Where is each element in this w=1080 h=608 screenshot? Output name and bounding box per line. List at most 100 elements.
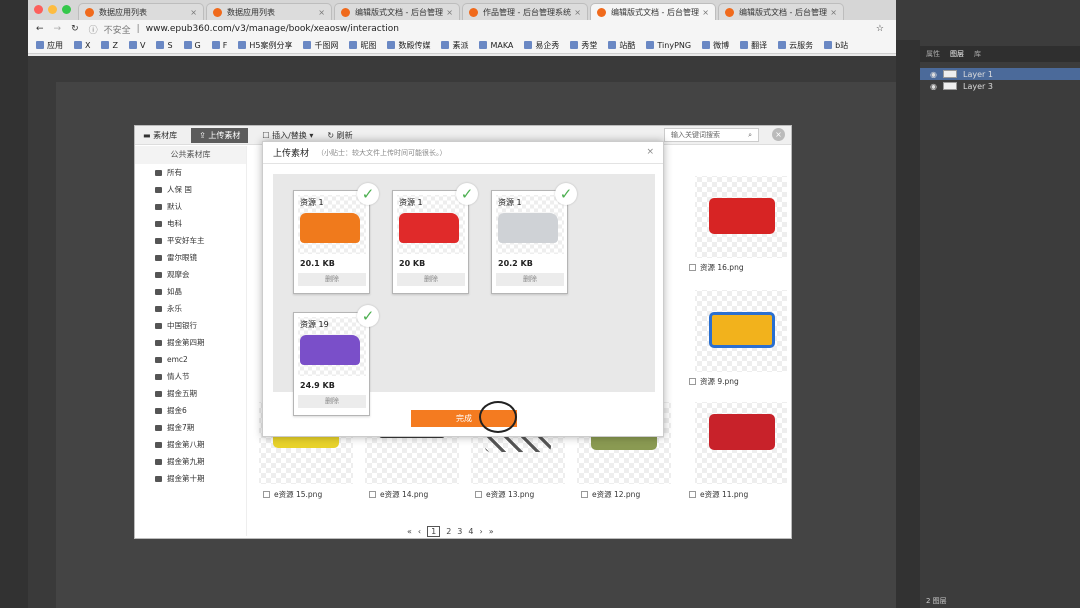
browser-tab-active[interactable]: 编辑版式文档 - 后台管理 × — [590, 3, 716, 20]
layer-row[interactable]: ◉ Layer 3 — [920, 80, 1080, 92]
bookmark-item[interactable]: 微博 — [702, 40, 729, 51]
eye-icon[interactable]: ◉ — [930, 70, 937, 79]
last-page-button[interactable]: » — [489, 527, 494, 536]
bookmark-item[interactable]: 数殿传媒 — [387, 40, 430, 51]
bookmark-item[interactable]: Z — [101, 41, 118, 50]
asset-label[interactable]: 资源 16.png — [689, 262, 744, 273]
asset-checkbox[interactable] — [689, 378, 696, 385]
folder-item[interactable]: 掘金6 — [135, 402, 246, 419]
url-field[interactable]: ⓘ 不安全 | www.epub360.com/v3/manage/book/x… — [89, 23, 866, 36]
bookmark-item[interactable]: S — [156, 41, 173, 50]
close-tab-icon[interactable]: × — [830, 8, 837, 17]
close-tab-icon[interactable]: × — [702, 8, 709, 17]
delete-button[interactable]: 删除 — [298, 395, 366, 408]
bookmark-item[interactable]: 翻译 — [740, 40, 767, 51]
reload-icon[interactable]: ↻ — [71, 24, 79, 34]
folder-item[interactable]: 掘金第十期 — [135, 470, 246, 487]
asset-thumbnail[interactable] — [695, 290, 787, 372]
browser-tab[interactable]: 编辑版式文档 - 后台管理 × — [718, 3, 844, 20]
folder-item[interactable]: 掘金第四期 — [135, 334, 246, 351]
page-2-button[interactable]: 2 — [446, 527, 451, 536]
close-tab-icon[interactable]: × — [190, 8, 197, 17]
asset-label[interactable]: 资源 9.png — [689, 376, 739, 387]
folder-item[interactable]: 人保 国 — [135, 181, 246, 198]
asset-checkbox[interactable] — [369, 491, 376, 498]
asset-label[interactable]: e资源 14.png — [369, 489, 428, 500]
asset-label[interactable]: e资源 12.png — [581, 489, 640, 500]
page-3-button[interactable]: 3 — [457, 527, 462, 536]
prev-page-button[interactable]: ‹ — [418, 527, 421, 536]
asset-thumbnail[interactable] — [695, 176, 787, 258]
browser-tab[interactable]: 数据应用列表 × — [206, 3, 332, 20]
bookmark-item[interactable]: V — [128, 41, 145, 50]
folder-item[interactable]: 中国银行 — [135, 317, 246, 334]
bookmark-item[interactable]: 应用 — [36, 40, 63, 51]
asset-checkbox[interactable] — [689, 264, 696, 271]
close-tab-icon[interactable]: × — [446, 8, 453, 17]
browser-tab[interactable]: 数据应用列表 × — [78, 3, 204, 20]
insert-replace-button[interactable]: ☐ 插入/替换 ▾ — [262, 130, 313, 141]
back-icon[interactable]: ← — [36, 24, 44, 34]
folder-item[interactable]: 永乐 — [135, 300, 246, 317]
close-tab-icon[interactable]: × — [318, 8, 325, 17]
folder-item[interactable]: 掘金第八期 — [135, 436, 246, 453]
bookmark-item[interactable]: 秀堂 — [570, 40, 597, 51]
bookmark-item[interactable]: F — [211, 41, 227, 50]
bookmark-item[interactable]: 易企秀 — [524, 40, 559, 51]
asset-checkbox[interactable] — [689, 491, 696, 498]
layer-row[interactable]: ◉ Layer 1 — [920, 68, 1080, 80]
folder-item[interactable]: 情人节 — [135, 368, 246, 385]
close-window-button[interactable] — [34, 5, 43, 14]
asset-thumbnail[interactable] — [695, 402, 787, 484]
bookmark-item[interactable]: b站 — [824, 40, 848, 51]
folder-item[interactable]: 所有 — [135, 164, 246, 181]
zoom-window-button[interactable] — [62, 5, 71, 14]
close-library-button[interactable]: × — [772, 128, 785, 141]
first-page-button[interactable]: « — [407, 527, 412, 536]
delete-button[interactable]: 删除 — [298, 273, 366, 286]
tab-library[interactable]: 库 — [974, 49, 981, 59]
bookmark-item[interactable]: TinyPNG — [646, 41, 691, 50]
page-1-button[interactable]: 1 — [427, 526, 441, 537]
minimize-window-button[interactable] — [48, 5, 57, 14]
folder-item[interactable]: 掘金五期 — [135, 385, 246, 402]
search-icon[interactable]: ⌕ — [748, 131, 752, 140]
folder-item[interactable]: emc2 — [135, 351, 246, 368]
folder-item[interactable]: 雷尔眼镜 — [135, 249, 246, 266]
folder-item[interactable]: 默认 — [135, 198, 246, 215]
asset-checkbox[interactable] — [581, 491, 588, 498]
tab-layers[interactable]: 图层 — [950, 49, 964, 59]
browser-tab[interactable]: 编辑版式文档 - 后台管理 × — [334, 3, 460, 20]
bookmark-star-icon[interactable]: ☆ — [876, 24, 884, 34]
bookmark-item[interactable]: 云服务 — [778, 40, 813, 51]
bookmark-item[interactable]: X — [74, 41, 90, 50]
bookmark-item[interactable]: 千图网 — [303, 40, 338, 51]
folder-item[interactable]: 观摩会 — [135, 266, 246, 283]
close-tab-icon[interactable]: × — [574, 8, 581, 17]
eye-icon[interactable]: ◉ — [930, 82, 937, 91]
bookmark-item[interactable]: 站酷 — [608, 40, 635, 51]
folder-item[interactable]: 电科 — [135, 215, 246, 232]
close-icon[interactable]: × — [646, 147, 654, 157]
folder-item[interactable]: 如晶 — [135, 283, 246, 300]
page-4-button[interactable]: 4 — [468, 527, 473, 536]
bookmark-item[interactable]: H5案例分享 — [238, 40, 292, 51]
bookmark-item[interactable]: MAKA — [479, 41, 513, 50]
folder-item[interactable]: 平安好车主 — [135, 232, 246, 249]
asset-label[interactable]: e资源 11.png — [689, 489, 748, 500]
bookmark-item[interactable]: G — [183, 41, 201, 50]
asset-label[interactable]: e资源 13.png — [475, 489, 534, 500]
bookmark-item[interactable]: 昵图 — [349, 40, 376, 51]
asset-checkbox[interactable] — [263, 491, 270, 498]
delete-button[interactable]: 删除 — [496, 273, 564, 286]
browser-tab[interactable]: 作品管理 - 后台管理系统 × — [462, 3, 588, 20]
delete-button[interactable]: 删除 — [397, 273, 465, 286]
search-input[interactable]: 输入关键词搜索 ⌕ — [664, 128, 759, 142]
folder-item[interactable]: 掘金7期 — [135, 419, 246, 436]
tab-properties[interactable]: 属性 — [926, 49, 940, 59]
forward-icon[interactable]: → — [54, 24, 62, 34]
asset-label[interactable]: e资源 15.png — [263, 489, 322, 500]
asset-checkbox[interactable] — [475, 491, 482, 498]
upload-button[interactable]: ⇪ 上传素材 — [191, 127, 249, 143]
public-library-tab[interactable]: 公共素材库 — [135, 146, 246, 164]
